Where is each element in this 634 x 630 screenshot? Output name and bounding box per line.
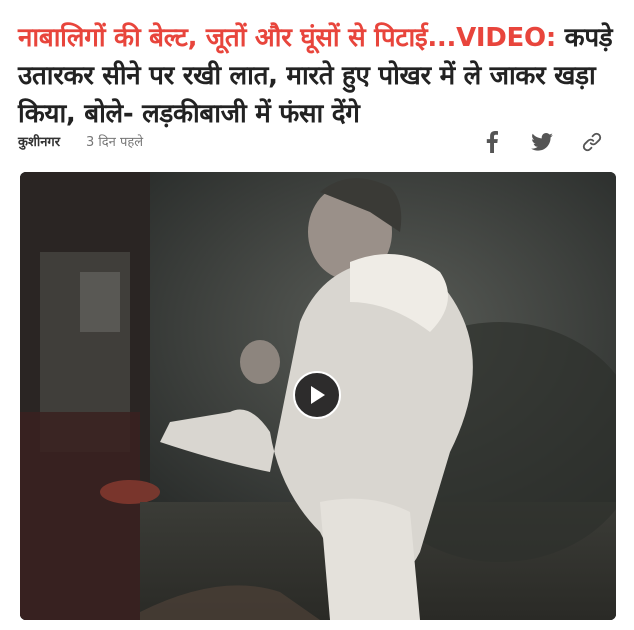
facebook-icon xyxy=(486,131,498,153)
meta-row: कुशीनगर 3 दिन पहले xyxy=(18,128,616,156)
facebook-share-button[interactable] xyxy=(478,128,506,156)
location-label[interactable]: कुशीनगर xyxy=(18,132,60,150)
time-ago-label: 3 दिन पहले xyxy=(86,135,144,150)
article-card: नाबालिगों की बेल्ट, जूतों और घूंसों से प… xyxy=(0,0,634,630)
copy-link-button[interactable] xyxy=(578,128,606,156)
video-player[interactable] xyxy=(20,172,616,620)
twitter-icon xyxy=(531,133,553,151)
play-icon xyxy=(311,386,325,404)
twitter-share-button[interactable] xyxy=(528,128,556,156)
headline-highlight: नाबालिगों की बेल्ट, जूतों और घूंसों से प… xyxy=(18,23,556,54)
play-button[interactable] xyxy=(293,371,341,419)
link-icon xyxy=(582,132,602,152)
headline[interactable]: नाबालिगों की बेल्ट, जूतों और घूंसों से प… xyxy=(18,19,618,133)
